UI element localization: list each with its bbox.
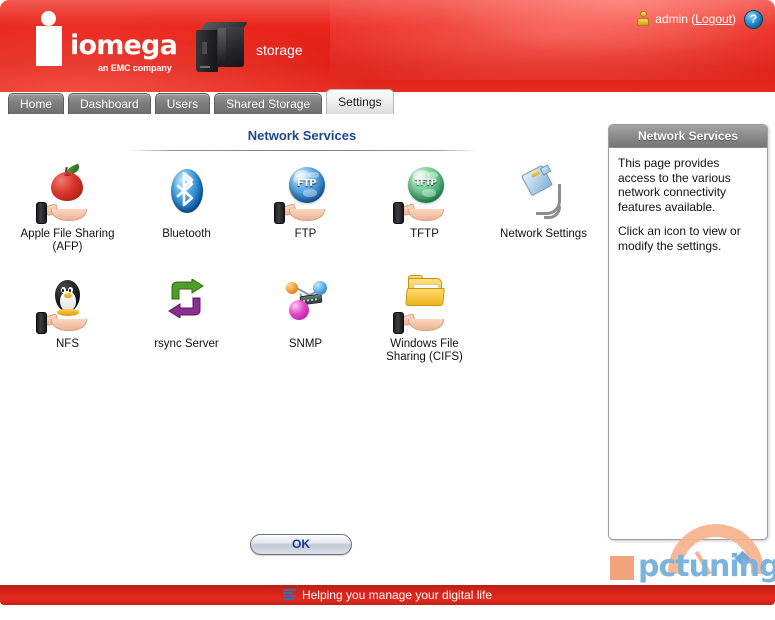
logo-i-dot <box>41 11 56 26</box>
device-sheen <box>218 28 226 65</box>
rsync-arrows-icon <box>154 276 220 334</box>
user-icon <box>636 11 650 27</box>
sidebar-body: This page provides access to the various… <box>609 148 767 271</box>
service-label: FTP <box>294 228 317 240</box>
logout-link[interactable]: Logout <box>695 12 732 26</box>
device-led <box>200 66 210 68</box>
help-button[interactable]: ? <box>744 9 763 29</box>
bluetooth-glyph <box>176 171 193 207</box>
brand-name: iomega <box>70 30 178 61</box>
apple-file-sharing-icon <box>35 163 101 224</box>
icon-row: Apple File Sharing (AFP) Bluetooth FTP F… <box>8 163 604 276</box>
service-label: Windows File Sharing (CIFS) <box>386 338 463 363</box>
service-rsync-server[interactable]: rsync Server <box>127 276 246 386</box>
service-apple-file-sharing[interactable]: Apple File Sharing (AFP) <box>8 163 127 276</box>
tab-settings[interactable]: Settings <box>326 89 394 114</box>
app-footer: Helping you manage your digital life <box>0 585 775 605</box>
title-divider <box>128 150 478 151</box>
icon-cell-empty <box>484 276 603 386</box>
snmp-nodes-icon <box>273 276 339 334</box>
user-session-area: admin (Logout) ? <box>636 8 763 30</box>
user-label-close: ) <box>732 12 736 26</box>
footer-stripes-icon <box>282 589 296 601</box>
brand-tagline: an EMC company <box>98 63 172 73</box>
sidebar-paragraph: Click an icon to view or modify the sett… <box>618 224 741 253</box>
icon-row: NFS rsync Server SNMP Windows File Shari… <box>8 275 604 386</box>
rsync-purple-arrow <box>167 297 200 318</box>
service-tftp[interactable]: TFTP TFTP <box>365 166 484 276</box>
device-left-face <box>196 30 218 72</box>
service-label: TFTP <box>410 228 439 240</box>
user-name-label: admin (Logout) <box>655 12 736 26</box>
iomega-logo: iomega an EMC company <box>36 11 184 74</box>
tftp-globe-icon: TFTP <box>392 166 458 224</box>
service-label: rsync Server <box>154 338 219 350</box>
logo-i-mark <box>36 26 62 66</box>
service-label: Bluetooth <box>162 228 211 240</box>
device-name-label: storage <box>256 42 303 58</box>
nas-device-image <box>196 22 254 74</box>
app-header: iomega an EMC company storage admin (Log… <box>0 0 775 92</box>
ftp-globe-icon: FTP <box>273 166 339 224</box>
service-nfs[interactable]: NFS <box>8 276 127 386</box>
network-services-icon-grid: Apple File Sharing (AFP) Bluetooth FTP F… <box>8 163 604 386</box>
cifs-folder-icon <box>392 275 458 334</box>
service-label: SNMP <box>288 338 323 350</box>
sidebar-title: Network Services <box>609 125 767 148</box>
service-label: NFS <box>56 338 79 350</box>
service-windows-file-sharing[interactable]: Windows File Sharing (CIFS) <box>365 275 484 386</box>
ftp-globe-text: FTP <box>296 178 317 189</box>
service-bluetooth[interactable]: Bluetooth <box>127 166 246 276</box>
nfs-penguin-icon <box>35 276 101 334</box>
service-label: Network Settings <box>500 228 587 240</box>
tftp-globe-text: TFTP <box>414 178 437 188</box>
bluetooth-icon <box>154 166 220 224</box>
service-snmp[interactable]: SNMP <box>246 276 365 386</box>
service-network-settings[interactable]: Network Settings <box>484 164 603 276</box>
tab-users[interactable]: Users <box>154 93 211 114</box>
tab-shared-storage[interactable]: Shared Storage <box>214 93 323 114</box>
user-name-text: admin ( <box>655 12 696 26</box>
tab-home[interactable]: Home <box>8 93 65 114</box>
tab-dashboard[interactable]: Dashboard <box>68 93 151 114</box>
device-badge <box>202 42 207 54</box>
main-navigation-tabs: Home Dashboard Users Shared Storage Sett… <box>8 89 394 114</box>
ok-button[interactable]: OK <box>250 534 352 555</box>
footer-tagline: Helping you manage your digital life <box>301 588 493 602</box>
service-label: Apple File Sharing (AFP) <box>20 228 115 253</box>
service-ftp[interactable]: FTP FTP <box>246 166 365 276</box>
info-sidebar-panel: Network Services This page provides acce… <box>608 124 768 540</box>
sidebar-paragraph: This page provides access to the various… <box>618 156 731 214</box>
network-plug-icon <box>511 164 577 224</box>
page-title: Network Services <box>247 128 357 143</box>
